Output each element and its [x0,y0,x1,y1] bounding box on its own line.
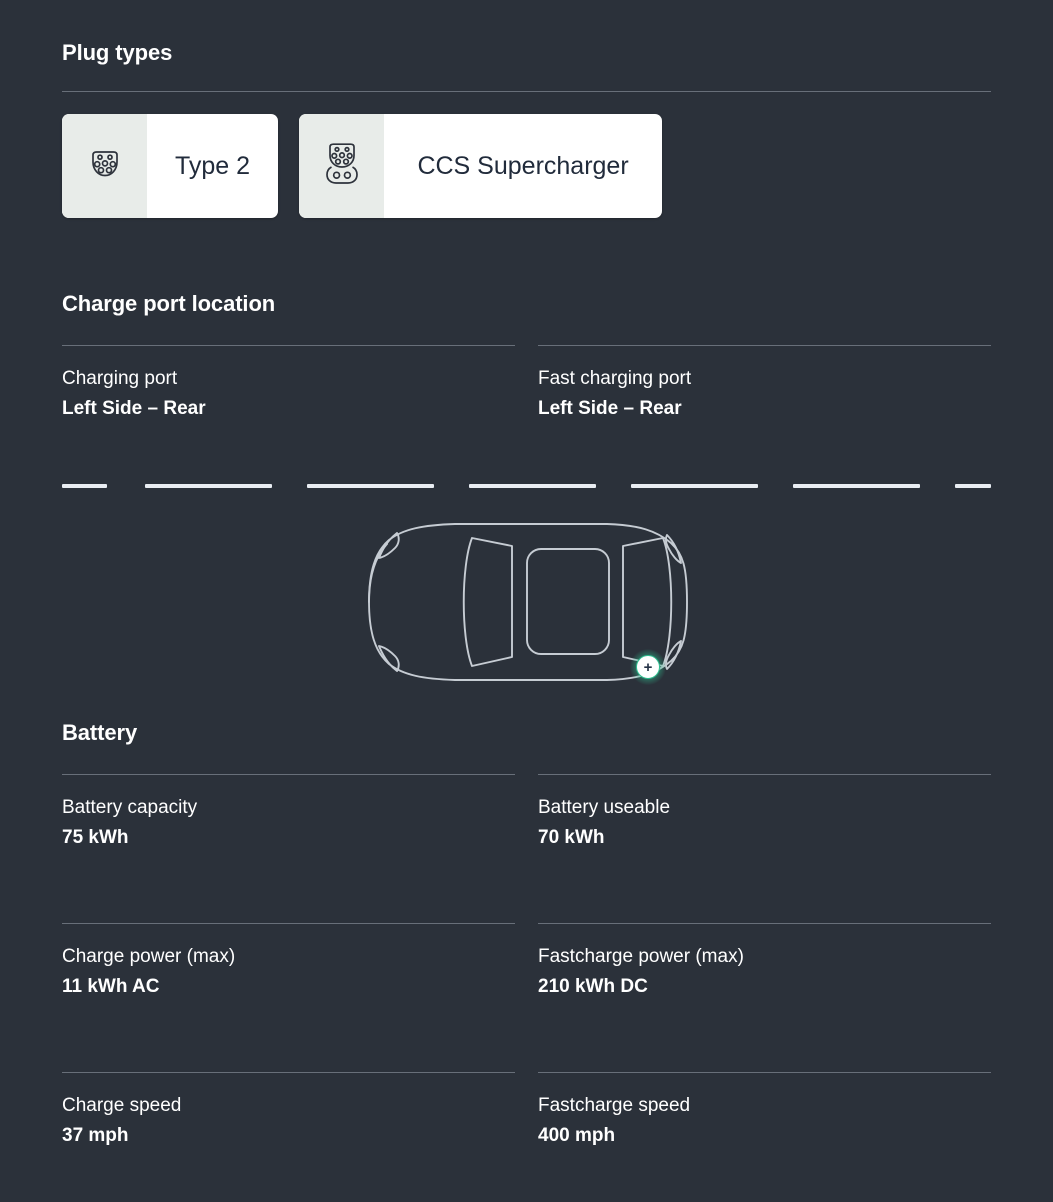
spec-value: 11 kWh AC [62,976,160,998]
type2-plug-icon-pane [62,114,147,218]
road-dash-segment [145,484,272,488]
plug-card-type-2-label: Type 2 [175,151,251,180]
charge-port-marker[interactable]: + [630,649,666,685]
plug-card-ccs-label: CCS Supercharger [417,151,629,180]
battery-heading: Battery [62,720,138,745]
spec-divider [538,922,991,924]
spec-label: Battery useable [538,797,671,818]
spec-divider [62,922,515,924]
spec-divider [538,1071,991,1073]
type2-plug-icon [81,140,129,193]
spec-divider [62,774,515,775]
spec-value: 210 kWh DC [538,976,648,998]
spec-label: Fastcharge power (max) [538,945,744,967]
spec-cell-charge-speed: Charge speed 37 mph [62,1071,515,1152]
road-dash-segment [469,484,596,488]
plug-card-type-2[interactable]: Type 2 [62,114,279,218]
spec-label: Charge speed [62,1094,182,1116]
spec-divider [62,345,515,346]
charge-port-location-section: Charge port location Charging port Left … [62,291,991,425]
spec-label: Charge power (max) [62,945,236,967]
charging-specs-page: Plug types Type 2 CCS Supercharger Charg… [0,0,1053,1202]
spec-cell-charging-port: Charging port Left Side – Rear [62,345,515,425]
spec-label: Fastcharge speed [538,1094,691,1116]
plug-card-ccs-supercharger[interactable]: CCS Supercharger [299,114,663,218]
spec-value: Left Side – Rear [538,398,682,420]
spec-cell-fastcharge-power-max: Fastcharge power (max) 210 kWh DC [538,922,991,1003]
spec-value: 400 mph [538,1124,616,1146]
plug-types-card-row: Type 2 CCS Supercharger [62,114,991,218]
spec-value: 37 mph [62,1124,129,1146]
car-diagram-wrapper [62,505,991,705]
battery-row-2: Charge power (max) 11 kWh AC Fastcharge … [62,922,991,1003]
spec-cell-battery-useable: Battery useable 70 kWh [538,774,991,854]
road-dash-line [62,481,991,491]
plug-types-section: Plug types Type 2 CCS Supercharger [62,40,991,218]
plug-types-heading: Plug types [62,40,173,65]
spec-value: Left Side – Rear [62,398,206,420]
spec-divider [538,774,991,775]
charge-port-location-grid: Charging port Left Side – Rear Fast char… [62,345,991,425]
road-dash-segment [631,484,758,488]
road-dash-segment [307,484,434,488]
spec-divider [538,345,991,346]
plug-types-divider [62,91,991,92]
spec-cell-fastcharge-speed: Fastcharge speed 400 mph [538,1071,991,1152]
road-dash-segment [62,484,107,488]
spec-label: Fast charging port [538,368,692,389]
spec-value: 70 kWh [538,827,605,849]
battery-row-1: Battery capacity 75 kWh Battery useable … [62,774,991,854]
spec-label: Battery capacity [62,797,198,818]
spec-cell-charge-power-max: Charge power (max) 11 kWh AC [62,922,515,1003]
ccs-plug-icon-pane [299,114,385,218]
battery-section: Battery Battery capacity 75 kWh Battery … [62,720,991,1151]
spec-divider [62,1071,515,1073]
spec-label: Charging port [62,368,178,389]
road-dash-segment [955,484,991,488]
charge-port-location-heading: Charge port location [62,291,276,316]
ccs-supercharger-plug-icon [317,137,367,196]
battery-row-3: Charge speed 37 mph Fastcharge speed 400… [62,1071,991,1152]
spec-cell-fast-charging-port: Fast charging port Left Side – Rear [538,345,991,425]
charge-port-marker-plus-icon: + [636,655,660,679]
car-top-view-diagram[interactable] [327,505,727,705]
road-dash-segment [793,484,920,488]
spec-value: 75 kWh [62,827,129,849]
spec-cell-battery-capacity: Battery capacity 75 kWh [62,774,515,854]
